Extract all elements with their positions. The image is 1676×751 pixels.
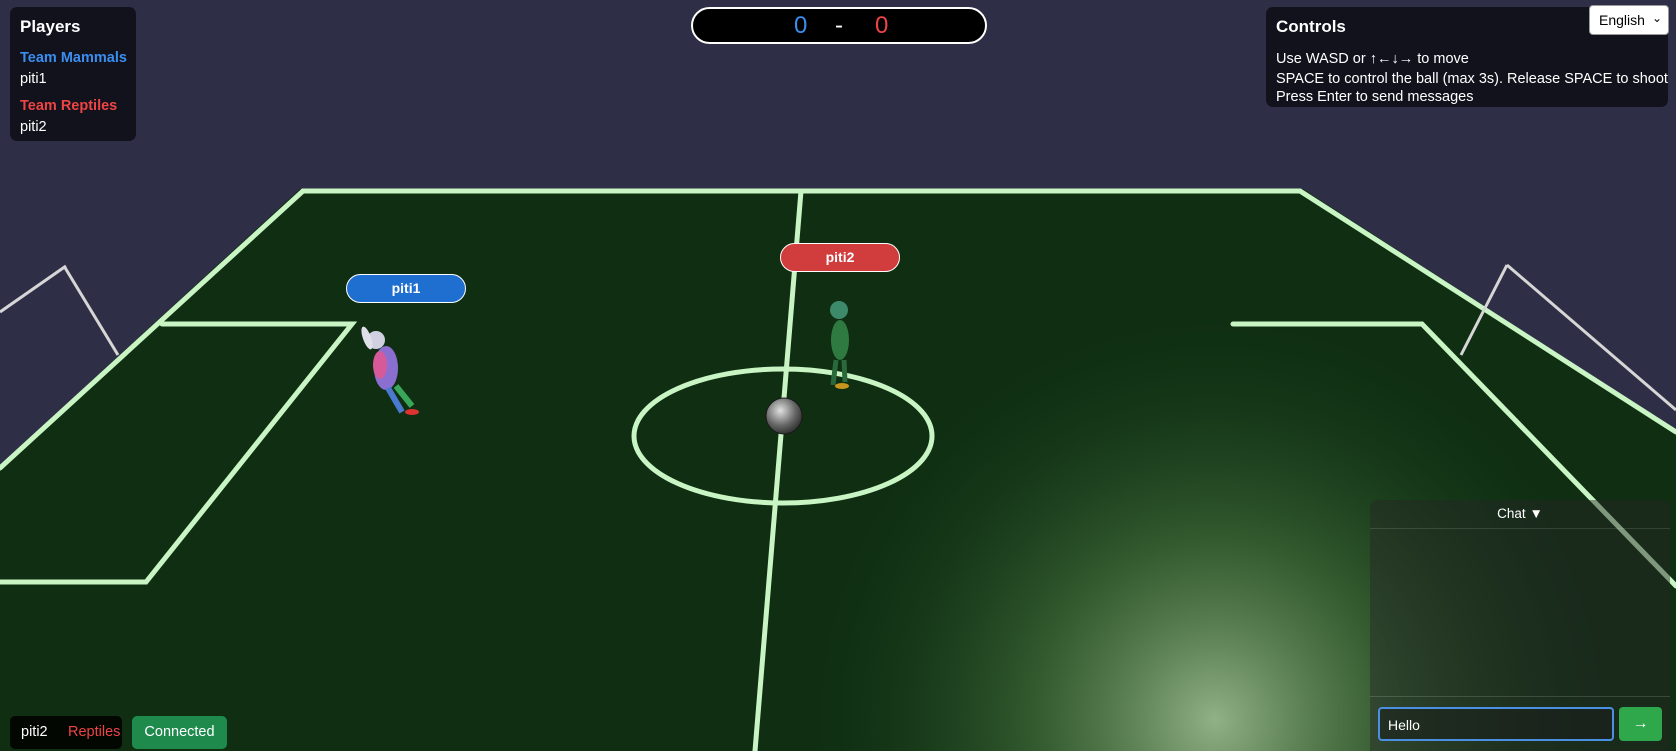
chat-input-value: Hello: [1388, 717, 1420, 733]
controls-chat-line: Press Enter to send messages: [1276, 89, 1474, 105]
score-separator: -: [835, 12, 843, 39]
controls-move-line: Use WASD or ↑←↓→ to move: [1276, 51, 1469, 67]
chat-divider: [1370, 696, 1670, 697]
current-player-status: piti2 Reptiles: [10, 716, 122, 749]
connection-status-badge: Connected: [132, 716, 227, 749]
home-score: 0: [794, 12, 808, 39]
language-selected-value: English: [1599, 12, 1645, 28]
team-mammals-player: piti1: [20, 71, 47, 87]
player-tag-piti1: piti1: [346, 274, 466, 303]
controls-title: Controls: [1276, 17, 1346, 36]
players-panel-title: Players: [20, 17, 81, 36]
team-reptiles-label: Team Reptiles: [20, 98, 118, 114]
chevron-down-icon: ⌄: [1652, 11, 1663, 25]
players-panel: Players Team Mammals piti1 Team Reptiles…: [10, 7, 136, 141]
current-player-name: piti2: [21, 724, 48, 740]
player-tag-piti2: piti2: [780, 243, 900, 272]
chat-send-button[interactable]: →: [1619, 707, 1662, 741]
chat-panel: Chat ▼ Hello →: [1370, 500, 1670, 751]
language-select[interactable]: English ⌄: [1589, 5, 1669, 35]
away-score: 0: [875, 12, 889, 39]
soccer-ball: [765, 397, 803, 435]
chat-toggle-button[interactable]: Chat ▼: [1370, 500, 1670, 529]
scoreboard: 0 - 0: [691, 7, 987, 44]
chat-input[interactable]: Hello: [1378, 707, 1614, 741]
controls-ball-line: SPACE to control the ball (max 3s). Rele…: [1276, 71, 1668, 87]
team-mammals-label: Team Mammals: [20, 50, 127, 66]
player-tag-label: piti2: [825, 249, 855, 265]
team-reptiles-player: piti2: [20, 119, 47, 135]
current-player-team: Reptiles: [68, 724, 121, 740]
chat-messages: [1370, 529, 1670, 695]
player-tag-label: piti1: [391, 280, 421, 296]
